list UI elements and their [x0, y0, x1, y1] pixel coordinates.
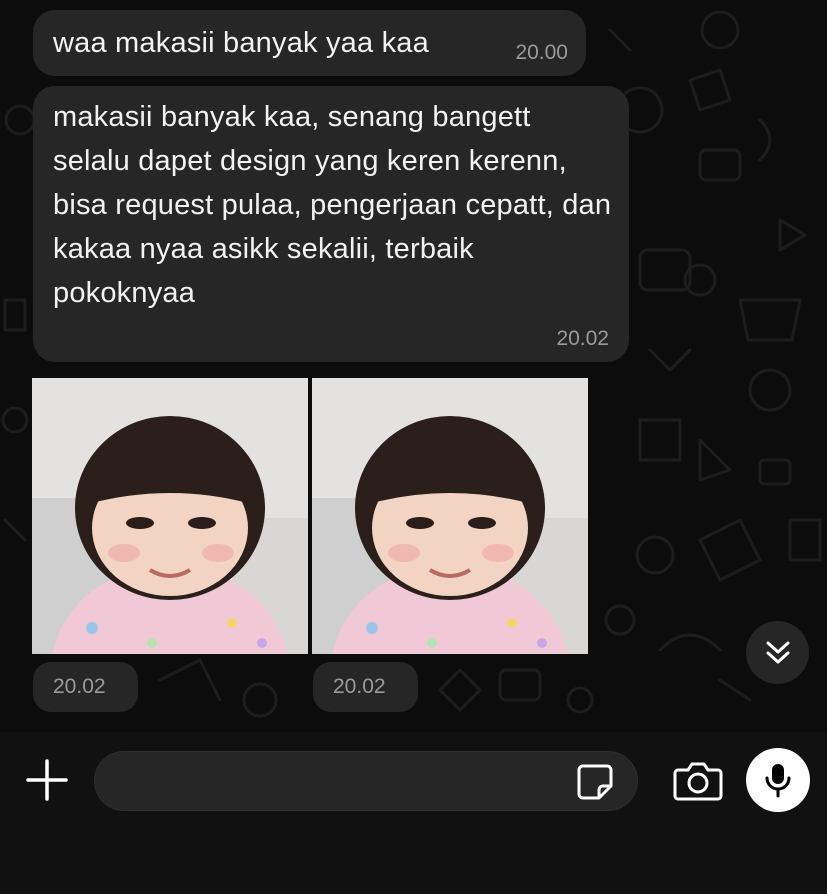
girl-portrait-photo	[312, 378, 588, 654]
message-input[interactable]	[94, 751, 638, 811]
attach-button[interactable]	[24, 757, 70, 803]
photo-time: 20.02	[313, 662, 418, 712]
sticker-icon	[577, 764, 613, 800]
photo-message[interactable]	[312, 378, 588, 654]
photo-message[interactable]	[32, 378, 308, 654]
message-bubble[interactable]: waa makasii banyak yaa kaa 20.00	[33, 10, 586, 76]
message-time: 20.00	[515, 41, 568, 64]
double-chevron-down-icon	[766, 641, 789, 663]
microphone-button[interactable]	[746, 748, 810, 812]
message-text: waa makasii banyak yaa kaa	[53, 27, 429, 59]
microphone-icon	[765, 764, 791, 798]
girl-portrait-photo	[32, 378, 308, 654]
message-bubble[interactable]: makasii banyak kaa, senang bangett selal…	[33, 86, 629, 362]
sticker-button[interactable]	[575, 762, 615, 802]
photo-time: 20.02	[33, 662, 138, 712]
camera-icon	[673, 762, 723, 801]
message-text: makasii banyak kaa, senang bangett selal…	[53, 101, 612, 309]
plus-icon	[26, 759, 68, 801]
message-time: 20.02	[556, 327, 609, 350]
scroll-down-button[interactable]	[746, 621, 809, 684]
camera-button[interactable]	[672, 760, 724, 802]
